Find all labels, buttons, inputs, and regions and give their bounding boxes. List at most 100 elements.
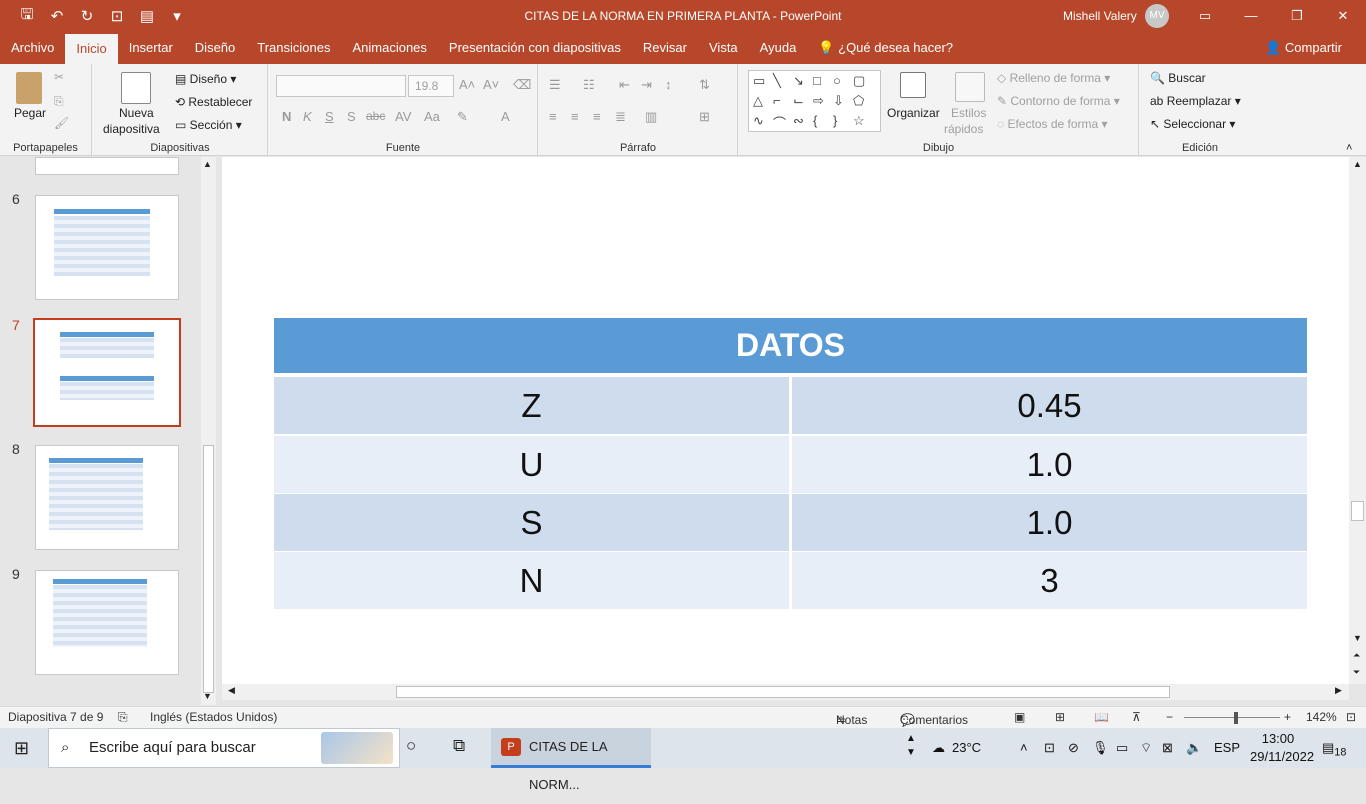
- scroll-right-icon[interactable]: ▶: [1335, 685, 1342, 696]
- star-shape-icon[interactable]: ☆: [853, 113, 865, 129]
- section-button[interactable]: ▭ Sección ▾: [175, 118, 242, 132]
- font-color-icon[interactable]: A: [501, 109, 510, 124]
- layout-button[interactable]: ▤ Diseño ▾: [175, 72, 236, 86]
- connector-shape-icon[interactable]: ⌐: [773, 93, 781, 108]
- strikethrough-button[interactable]: abc: [366, 109, 385, 123]
- increase-indent-icon[interactable]: ⇥: [641, 77, 652, 93]
- minimize-icon[interactable]: —: [1228, 0, 1274, 32]
- restore-icon[interactable]: ❐: [1274, 0, 1320, 32]
- line-shape-icon[interactable]: ╲: [773, 73, 781, 89]
- windows-start-icon[interactable]: ⊞: [14, 738, 29, 759]
- rounded-rect-shape-icon[interactable]: ▢: [853, 73, 865, 89]
- avatar[interactable]: MV: [1145, 4, 1169, 28]
- redo-icon[interactable]: ↻: [72, 7, 102, 25]
- numbering-icon[interactable]: ☷: [583, 77, 595, 93]
- tab-ayuda[interactable]: Ayuda: [749, 32, 808, 64]
- change-case-icon[interactable]: Aa: [424, 109, 440, 124]
- table-header[interactable]: DATOS: [274, 318, 1307, 373]
- spellcheck-icon[interactable]: ⎘: [118, 710, 128, 725]
- notifications-icon[interactable]: ▤18: [1322, 728, 1346, 768]
- scroll-down-icon[interactable]: ▼: [203, 691, 212, 701]
- tell-me-box[interactable]: 💡 ¿Qué desea hacer?: [807, 32, 964, 64]
- network-icon[interactable]: ⊠: [1162, 728, 1173, 768]
- cortana-icon[interactable]: ○: [406, 736, 416, 756]
- meet-now-icon[interactable]: ⊡: [1044, 728, 1055, 768]
- shape-fill-button[interactable]: ◇ Relleno de forma ▾: [997, 71, 1110, 85]
- scroll-up-icon[interactable]: ▲: [203, 159, 212, 169]
- smartart-icon[interactable]: ⊞: [699, 109, 710, 125]
- pentagon-shape-icon[interactable]: ⬠: [853, 93, 864, 109]
- scroll-left-icon[interactable]: ◀: [228, 685, 235, 696]
- row-value[interactable]: 3: [792, 552, 1307, 609]
- scroll-thumb[interactable]: [1351, 501, 1364, 521]
- shapes-gallery[interactable]: ▭ ╲ ↘ □ ○ ▢ △ ⌐ ⌙ ⇨ ⇩ ⬠ ∿ ⌒ ∾ { } ☆: [748, 70, 881, 132]
- table-row[interactable]: S 1.0: [274, 494, 1307, 551]
- select-button[interactable]: ↖ Seleccionar ▾: [1150, 117, 1235, 131]
- arrange-button[interactable]: Organizar: [887, 106, 940, 120]
- ribbon-display-icon[interactable]: ▭: [1182, 0, 1228, 32]
- input-language[interactable]: ESP: [1214, 728, 1240, 768]
- format-painter-icon[interactable]: 🖌: [54, 116, 69, 130]
- row-label[interactable]: U: [274, 436, 789, 493]
- grow-font-icon[interactable]: A˄: [459, 77, 475, 92]
- replace-button[interactable]: ab Reemplazar ▾: [1150, 94, 1241, 108]
- paste-button[interactable]: Pegar: [14, 106, 46, 120]
- oval-shape-icon[interactable]: ○: [833, 73, 841, 88]
- copy-icon[interactable]: ⎘: [54, 94, 64, 109]
- underline-button[interactable]: S: [325, 109, 334, 124]
- decrease-indent-icon[interactable]: ⇤: [619, 77, 630, 93]
- tab-diseno[interactable]: Diseño: [184, 32, 246, 64]
- thumbnails-scrollbar[interactable]: ▲ ▼: [201, 157, 216, 705]
- antivirus-icon[interactable]: ⊘: [1068, 728, 1079, 768]
- table-row[interactable]: Z 0.45: [274, 377, 1307, 434]
- scroll-thumb[interactable]: [396, 686, 1170, 698]
- tab-vista[interactable]: Vista: [698, 32, 749, 64]
- save-icon[interactable]: 🖫: [12, 4, 42, 29]
- close-icon[interactable]: ✕: [1320, 0, 1366, 32]
- shape-outline-button[interactable]: ✎ Contorno de forma ▾: [997, 94, 1120, 108]
- quick-styles-label-1[interactable]: Estilos: [951, 106, 986, 120]
- tab-inicio[interactable]: Inicio: [65, 34, 118, 64]
- arrow-line-shape-icon[interactable]: ↘: [793, 73, 804, 89]
- new-slide-label-2[interactable]: diapositiva: [103, 122, 160, 136]
- tray-scroll-icon[interactable]: ▲ ▼: [906, 732, 916, 772]
- customize-qat-icon[interactable]: ▾: [162, 7, 192, 25]
- wifi-icon[interactable]: ⌔: [1140, 728, 1152, 768]
- tab-insertar[interactable]: Insertar: [118, 32, 184, 64]
- shrink-font-icon[interactable]: A˅: [483, 77, 499, 92]
- table-row[interactable]: N 3: [274, 552, 1307, 609]
- microphone-icon[interactable]: 🎙: [1092, 728, 1109, 768]
- down-arrow-shape-icon[interactable]: ⇩: [833, 93, 844, 109]
- bold-button[interactable]: N: [282, 109, 291, 124]
- font-name-combo[interactable]: [276, 75, 406, 97]
- row-label[interactable]: S: [274, 494, 789, 551]
- language-indicator[interactable]: Inglés (Estados Unidos): [150, 710, 277, 724]
- columns-icon[interactable]: ▥: [645, 109, 657, 125]
- user-name[interactable]: Mishell Valery: [1063, 0, 1137, 32]
- arc-shape-icon[interactable]: ⌒: [773, 113, 786, 132]
- next-slide-icon[interactable]: ⏷: [1353, 667, 1360, 678]
- paste-icon[interactable]: [16, 72, 42, 104]
- elbow-shape-icon[interactable]: ⌙: [793, 93, 804, 109]
- tab-animaciones[interactable]: Animaciones: [341, 32, 437, 64]
- right-brace-shape-icon[interactable]: }: [833, 113, 837, 128]
- row-label[interactable]: N: [274, 552, 789, 609]
- tab-presentacion[interactable]: Presentación con diapositivas: [438, 32, 632, 64]
- shadow-button[interactable]: S: [347, 109, 356, 124]
- taskbar-search[interactable]: ⌕ Escribe aquí para buscar: [48, 728, 400, 768]
- row-value[interactable]: 1.0: [792, 494, 1307, 551]
- slide-thumbnail-5[interactable]: [35, 157, 179, 175]
- layout-icon[interactable]: ▤: [132, 7, 162, 25]
- textbox-shape-icon[interactable]: ▭: [753, 73, 765, 89]
- reading-view-icon[interactable]: 📖: [1094, 710, 1109, 724]
- zoom-in-icon[interactable]: +: [1284, 710, 1291, 724]
- battery-icon[interactable]: ▭: [1116, 728, 1128, 768]
- char-spacing-icon[interactable]: AV: [395, 109, 411, 124]
- italic-button[interactable]: K: [303, 109, 312, 124]
- rectangle-shape-icon[interactable]: □: [813, 73, 821, 88]
- task-view-icon[interactable]: ⧉: [453, 736, 465, 756]
- scroll-thumb[interactable]: [203, 445, 214, 693]
- clock[interactable]: 13:00 29/11/2022: [1250, 730, 1314, 770]
- align-right-icon[interactable]: ≡: [593, 109, 601, 124]
- slideshow-icon[interactable]: ⊼: [1132, 710, 1141, 724]
